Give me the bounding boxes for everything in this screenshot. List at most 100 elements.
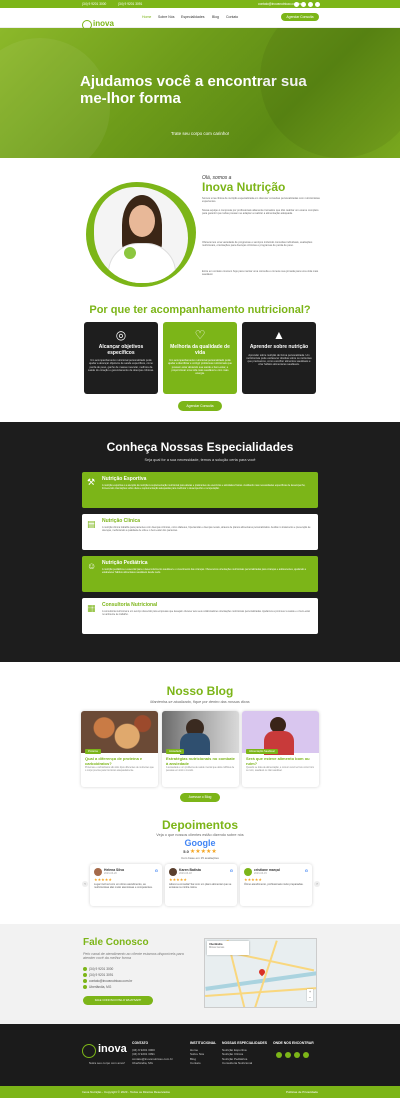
review-count: Com base em 15 avaliações [181, 856, 219, 860]
phone-icon [83, 973, 87, 978]
chevron-right-icon[interactable]: › [314, 881, 320, 887]
blog-post-card[interactable]: Ansiedade Estratégias nutricionais no co… [162, 711, 239, 787]
why-card-title: Melhoria da qualidade de vida [170, 344, 230, 356]
instagram-icon[interactable] [285, 1052, 291, 1058]
hero-title: Ajudamos você a encontrar sua me-lhor fo… [80, 73, 307, 107]
map-pin-icon [83, 985, 87, 990]
review-text: Adorei a consulta! Saí com um plano alim… [169, 883, 232, 890]
specialty-clinical[interactable]: ▤ Nutrição Clínica A nutrição clínica tr… [82, 514, 318, 550]
avatar [244, 868, 252, 876]
review-stars: ★★★★★ [169, 877, 187, 882]
specialties-subtitle: Seja qual for a sua necessidade, temos a… [144, 458, 256, 462]
map-zoom-controls[interactable]: + − [307, 989, 313, 1001]
contact-section: Fale Conosco Pelo canal de atendimento a… [0, 924, 400, 1024]
youtube-icon[interactable] [303, 1052, 309, 1058]
blog-post-card[interactable]: Proteína Qual a diferença de proteína e … [81, 711, 158, 787]
blog-post-excerpt: A ansiedade é um problema de saúde menta… [166, 767, 235, 772]
facebook-icon[interactable] [294, 1, 299, 7]
review-card: cristiane marçal 2023-03-15 G ★★★★★ Ótim… [240, 864, 312, 906]
whatsapp-contact-button[interactable]: FALE CONOSCO PELO WHATSAPP [83, 996, 153, 1005]
nav-contact[interactable]: Contato [226, 15, 238, 19]
contact-email[interactable]: contato@inovanutricao.com.br [83, 979, 132, 984]
specialty-text: A consultoria nutricional é um serviço o… [102, 610, 311, 617]
review-stars: ★★★★★ [244, 877, 262, 882]
footer-link[interactable]: Contato [190, 1061, 216, 1066]
youtube-icon[interactable] [315, 1, 320, 7]
contact-title: Fale Conosco [83, 937, 149, 948]
mail-icon [83, 979, 87, 984]
why-card-title: Aprender sobre nutrição [249, 344, 309, 350]
instagram-icon[interactable] [301, 1, 306, 7]
specialty-sports[interactable]: ⚒ Nutrição Esportiva A nutrição esportiv… [82, 472, 318, 508]
blog-post-tag: Ansiedade [166, 749, 185, 754]
schedule-button-why[interactable]: Agendar Consulta [178, 401, 222, 411]
privacy-link[interactable]: Políticas de Privacidade [286, 1090, 318, 1094]
blog-access-button[interactable]: Acessar o Blog [180, 793, 220, 802]
footer-link[interactable]: Consultoria Nutricional [222, 1061, 267, 1066]
review-text: Lugar incrível com um ótimo atendimento,… [94, 883, 153, 890]
about-paragraph-3: Oferecemos uma variedade de programas e … [202, 241, 313, 248]
review-card: Helena Silva 2023-03-20 G ★★★★★ Lugar in… [90, 864, 162, 906]
whatsapp-icon[interactable] [308, 1, 313, 7]
blog-post-image [242, 711, 319, 755]
testimonials-title: Depoimentos [161, 818, 238, 832]
footer: inova Nutra seu corpo com amor! CONTATO … [0, 1024, 400, 1086]
nav-home[interactable]: Home [142, 15, 151, 19]
contact-location: Uberlândia, MG [83, 985, 111, 990]
schedule-button[interactable]: Agendar Consulta [281, 13, 319, 21]
heart-logo-icon [82, 1044, 96, 1058]
facebook-icon[interactable] [276, 1052, 282, 1058]
blog-post-title[interactable]: Qual a diferença de proteína e carboidra… [85, 756, 155, 766]
location-map[interactable]: Uberlândia Minas Gerais + − [204, 938, 317, 1008]
hero-banner: Ajudamos você a encontrar sua me-lhor fo… [0, 28, 400, 158]
specialty-consulting[interactable]: ▦ Consultoria Nutricional A consultoria … [82, 598, 318, 634]
dumbbell-icon: ⚒ [87, 477, 96, 487]
specialty-text: A nutrição clínica trabalha para pacient… [102, 526, 311, 533]
blog-post-title[interactable]: Estratégias nutricionais no combate à an… [166, 756, 236, 766]
contact-phone-2[interactable]: (34) 9 9201 3091 [83, 973, 113, 978]
contact-subtitle: Pelo canal de atendimento ao cliente est… [83, 952, 184, 961]
nav-about[interactable]: Sobre Nós [158, 15, 175, 19]
why-card-title: Alcançar objetivos específicos [98, 344, 144, 356]
google-logo: Google [184, 838, 216, 848]
specialty-title: Nutrição Pediátrica [102, 560, 148, 566]
review-text: Ótimo atendimento, profissionais muito p… [244, 883, 304, 886]
why-card-text: Um acompanhamento nutricional personaliz… [168, 359, 232, 376]
specialty-title: Consultoria Nutricional [102, 602, 158, 608]
whatsapp-icon[interactable] [294, 1052, 300, 1058]
copyright-bar: Inova Nutrição - Copyright © 2023 - Todo… [0, 1086, 400, 1098]
specialty-title: Nutrição Clínica [102, 518, 141, 524]
about-title: Inova Nutrição [202, 180, 286, 194]
hero-subtitle: Trate seu corpo com carinho! [170, 131, 230, 136]
chevron-left-icon[interactable]: ‹ [82, 881, 88, 887]
about-paragraph-2: Nossa equipe é composta por profissionai… [202, 209, 319, 216]
review-date: 2023-03-15 [254, 872, 267, 875]
phone-2[interactable]: (34) 9 9201 3091 [118, 2, 142, 6]
footer-find-us-col: ONDE NOS ENCONTRAR [273, 1041, 314, 1045]
phone-1[interactable]: (34) 9 9201 3000 [82, 2, 106, 6]
review-date: 2023-03-20 [104, 872, 117, 875]
footer-contact-col: CONTATO (34) 9 9201 3000 (34) 9 9201 309… [132, 1041, 173, 1066]
review-stars: ★★★★★ [94, 877, 112, 882]
overall-rating: 5.0★★★★★ [0, 848, 400, 855]
nav-blog[interactable]: Blog [212, 15, 219, 19]
blog-post-excerpt: Proteínas e carboidratos são dois tipos … [85, 767, 154, 772]
nutritionist-photo [86, 182, 196, 287]
top-bar: (34) 9 9201 3000 (34) 9 9201 3091 contat… [0, 0, 400, 8]
main-navigation: inova Home Sobre Nós Especialidades Blog… [0, 8, 400, 30]
blog-post-card[interactable]: Alimentação Saudável Será que esteve ali… [242, 711, 319, 787]
blog-post-tag: Alimentação Saudável [246, 749, 278, 754]
blog-title: Nosso Blog [166, 684, 234, 698]
footer-institutional-col: INSTITUCIONAL Home Sobre Nós Blog Contat… [190, 1041, 217, 1066]
heart-pulse-icon: ♡ [194, 328, 206, 342]
avatar [169, 868, 177, 876]
logo-text: inova [93, 19, 114, 28]
specialty-pediatric[interactable]: ☺ Nutrição Pediátrica A nutrição pediátr… [82, 556, 318, 592]
specialty-text: A nutrição pediátrica é essencial para o… [102, 568, 306, 575]
blog-post-excerpt: Quando se trata de alimentação, é comum … [246, 767, 315, 772]
blog-post-tag: Proteína [85, 749, 101, 754]
nav-specialties[interactable]: Especialidades [181, 15, 205, 19]
document-icon: ▦ [87, 603, 96, 613]
blog-post-title[interactable]: Será que esteve alimento bom ou ruim? [246, 756, 316, 766]
contact-phone-1[interactable]: (34) 9 9201 3000 [83, 967, 113, 972]
